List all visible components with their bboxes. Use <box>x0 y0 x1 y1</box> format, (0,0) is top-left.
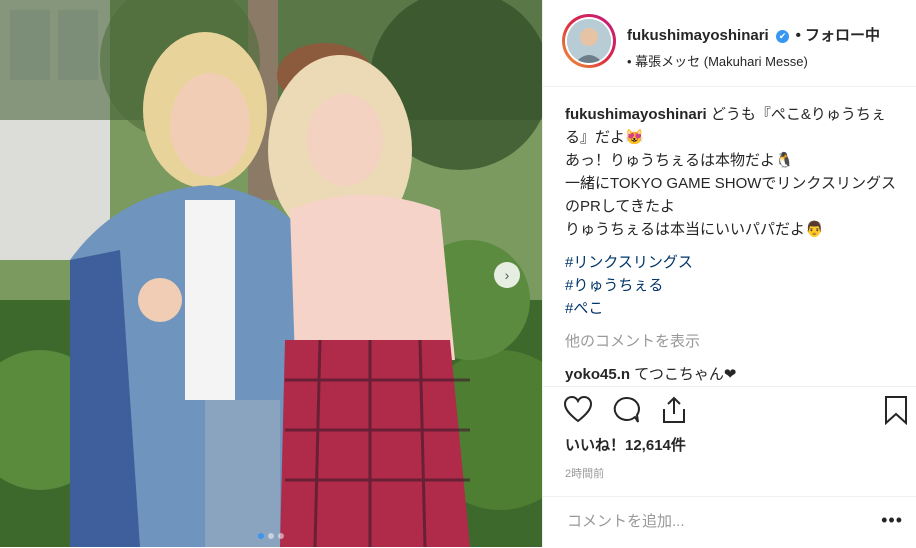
next-photo-button[interactable]: › <box>494 262 520 288</box>
post-timestamp[interactable]: 2時間前 <box>565 465 604 481</box>
chevron-right-icon: › <box>504 267 510 283</box>
instagram-post: › fukushimayoshinari ✔ • フォロー中 • 幕張メッセ (… <box>0 0 916 547</box>
hashtag-link[interactable]: #リンクスリングス <box>565 251 905 274</box>
avatar[interactable] <box>562 14 616 68</box>
caption-line: りゅうちぇるは本当にいいパパだよ👨 <box>565 221 824 238</box>
caption: fukushimayoshinari どうも『ぺこ&りゅうちぇる』だよ😻 あっ！… <box>565 103 905 241</box>
following-button[interactable]: • フォロー中 <box>796 27 880 44</box>
caption-line: 一緒にTOKYO GAME SHOWでリンクスリングスのPRしてきたよ <box>565 175 896 215</box>
comment-input[interactable] <box>565 512 859 531</box>
carousel-dots <box>0 533 542 539</box>
comment-username[interactable]: yoko45.n <box>565 366 630 383</box>
caption-line: あっ！りゅうちぇるは本物だよ🐧 <box>565 152 794 169</box>
view-more-comments-link[interactable]: 他のコメントを表示 <box>565 330 905 353</box>
hashtag-link[interactable]: #りゅうちぇる <box>565 274 905 297</box>
heart-icon[interactable] <box>563 395 593 425</box>
location-link[interactable]: • 幕張メッセ (Makuhari Messe) <box>627 51 880 70</box>
action-bar <box>543 386 916 427</box>
post-side-panel: fukushimayoshinari ✔ • フォロー中 • 幕張メッセ (Ma… <box>542 0 916 547</box>
post-photo[interactable]: › <box>0 0 542 547</box>
carousel-dot <box>258 533 264 539</box>
verified-badge-icon: ✔ <box>776 30 790 43</box>
avatar-image <box>567 19 611 63</box>
add-comment-bar: ••• <box>543 496 916 548</box>
comment: yoko45.n てつこちゃん❤ <box>565 363 905 386</box>
comment-icon[interactable] <box>611 395 641 425</box>
comment-text: てつこちゃん❤ <box>634 366 737 383</box>
bookmark-icon[interactable] <box>881 395 911 425</box>
username-link[interactable]: fukushimayoshinari <box>627 27 769 44</box>
like-count[interactable]: いいね！12,614件 <box>565 434 686 455</box>
photo-illustration <box>0 0 542 547</box>
carousel-dot <box>278 533 284 539</box>
caption-area: fukushimayoshinari どうも『ぺこ&りゅうちぇる』だよ😻 あっ！… <box>565 103 905 386</box>
carousel-dot <box>268 533 274 539</box>
caption-username[interactable]: fukushimayoshinari <box>565 106 707 123</box>
more-options-icon[interactable]: ••• <box>881 510 903 531</box>
share-icon[interactable] <box>659 395 689 425</box>
hashtag-link[interactable]: #ぺこ <box>565 297 905 320</box>
post-header: fukushimayoshinari ✔ • フォロー中 • 幕張メッセ (Ma… <box>543 0 916 87</box>
hashtags: #リンクスリングス #りゅうちぇる #ぺこ <box>565 251 905 320</box>
